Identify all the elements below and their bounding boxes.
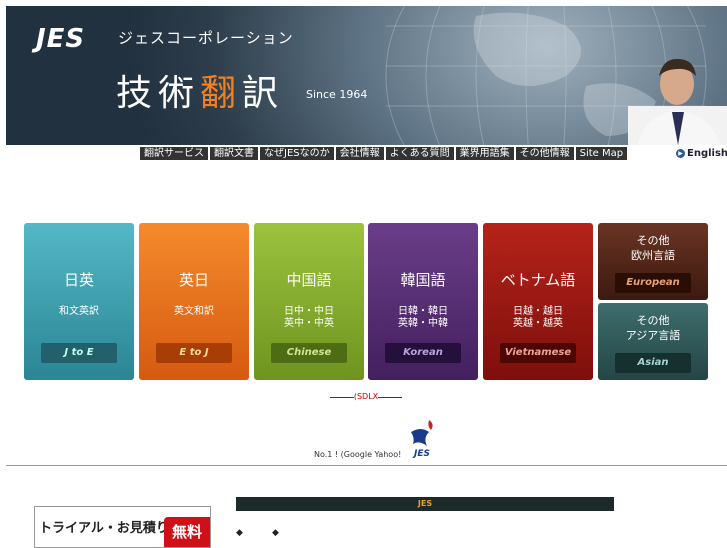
- page-title: 技術翻訳: [116, 64, 284, 116]
- tile-sub: 日韓・韓日 英韓・中韓: [368, 306, 478, 330]
- tile-european[interactable]: その他 欧州言語 European: [598, 223, 708, 300]
- nav-translation-service[interactable]: 翻訳サービス: [140, 147, 208, 160]
- ranking-text: No.1 ! (Google Yahoo!: [314, 450, 402, 459]
- tile-japanese-english[interactable]: 日英 和文英訳 J to E: [24, 223, 134, 380]
- since-text: Since 1964: [306, 88, 368, 101]
- tile-name: その他 欧州言語: [598, 233, 708, 263]
- tile-korean[interactable]: 韓国語 日韓・韓日 英韓・中韓 Korean: [368, 223, 478, 380]
- tile-name-line-1: その他: [636, 314, 670, 327]
- news-header-bar: JES: [236, 497, 614, 511]
- nav-translated-documents[interactable]: 翻訳文書: [210, 147, 258, 160]
- tile-sub-line-1: 日韓・韓日: [398, 306, 448, 317]
- tile-sub: 和文英訳: [59, 306, 99, 317]
- arrow-right-icon: ▶: [676, 149, 685, 158]
- tile-sub-line-2: 英中・中英: [284, 318, 334, 329]
- nav-faq[interactable]: よくある質問: [385, 147, 454, 160]
- tile-label: Asian: [615, 353, 691, 373]
- tile-label: J to E: [41, 343, 117, 363]
- tile-name-line-2: アジア言語: [625, 329, 681, 342]
- trial-text: トライアル・お見積り: [39, 521, 169, 536]
- divider: [6, 465, 727, 466]
- english-link[interactable]: ▶ English: [676, 148, 727, 159]
- bullet-icon: ◆: [236, 528, 243, 538]
- header-banner: JES ジェスコーポレーション 技術翻訳 Since 1964: [6, 6, 727, 145]
- english-link-label: English: [687, 148, 727, 159]
- tile-chinese[interactable]: 中国語 日中・中日 英中・中英 Chinese: [254, 223, 364, 380]
- tile-label: Chinese: [271, 343, 347, 363]
- tile-sub-line-2: 英越・越英: [513, 318, 563, 329]
- tile-name: 英日: [178, 271, 209, 289]
- nav-site-map[interactable]: Site Map: [575, 147, 628, 160]
- tile-sub-line-1: 日越・越日: [513, 306, 563, 317]
- tile-name: 韓国語: [400, 271, 446, 289]
- main-nav: 翻訳サービス 翻訳文書 なぜJESなのか 会社情報 よくある質問 業界用語集 そ…: [140, 147, 628, 160]
- nav-other-info[interactable]: その他情報: [515, 147, 574, 160]
- free-badge: 無料: [164, 517, 210, 547]
- tile-english-japanese[interactable]: 英日 英文和訳 E to J: [139, 223, 249, 380]
- nav-why-jes[interactable]: なぜJESなのか: [260, 147, 334, 160]
- tile-sub: 日越・越日 英越・越英: [483, 306, 593, 330]
- jes-logo[interactable]: JES: [36, 24, 85, 54]
- tile-label: European: [615, 273, 691, 293]
- tile-name: ベトナム語: [500, 271, 576, 289]
- title-part-3: 訳: [242, 73, 285, 114]
- person-photo: [628, 58, 727, 145]
- tile-label: Vietnamese: [500, 343, 576, 363]
- nav-company-info[interactable]: 会社情報: [335, 147, 384, 160]
- tile-name-line-1: その他: [636, 234, 670, 247]
- bullet-icon: ◆: [272, 528, 279, 538]
- trial-quote-banner[interactable]: トライアル・お見積り 無料: [34, 506, 211, 548]
- tile-name-line-2: 欧州言語: [631, 249, 675, 262]
- tile-asian[interactable]: その他 アジア言語 Asian: [598, 303, 708, 380]
- company-name: ジェスコーポレーション: [118, 29, 294, 47]
- tile-sub: 英文和訳: [174, 306, 214, 317]
- tile-label: Korean: [385, 343, 461, 363]
- tile-name: 日英: [63, 271, 94, 289]
- title-part-1: 技術: [116, 73, 201, 114]
- tile-name: その他 アジア言語: [598, 313, 708, 343]
- nav-glossary[interactable]: 業界用語集: [455, 147, 514, 160]
- title-part-2: 翻: [200, 73, 243, 114]
- tile-vietnamese[interactable]: ベトナム語 日越・越日 英越・越英 Vietnamese: [483, 223, 593, 380]
- globe-graphic: [385, 6, 707, 145]
- sdlx-link-label: (SDLX: [353, 392, 379, 401]
- tile-name: 中国語: [286, 271, 332, 289]
- svg-text:JES: JES: [412, 449, 430, 458]
- tile-sub: 日中・中日 英中・中英: [254, 306, 364, 330]
- sdlx-link[interactable]: (SDLX: [330, 392, 402, 407]
- tile-label: E to J: [156, 343, 232, 363]
- tile-sub-line-2: 英韓・中韓: [398, 318, 448, 329]
- jes-mascot-logo[interactable]: JES: [405, 418, 439, 458]
- tile-sub-line-1: 日中・中日: [284, 306, 334, 317]
